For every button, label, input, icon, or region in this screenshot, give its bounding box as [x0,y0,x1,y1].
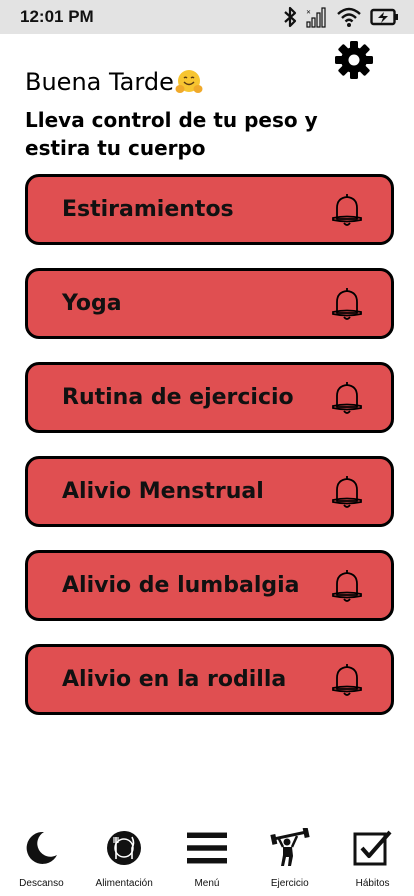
wifi-icon [337,7,361,27]
weightlifting-icon [270,828,310,866]
bell-icon[interactable] [329,286,365,322]
checkbox-icon [353,830,392,866]
greeting-text: Buena Tarde [25,68,174,96]
status-icons: ✕ [282,6,400,28]
nav-item-habitos[interactable]: Hábitos [332,828,414,889]
routine-label: Alivio de lumbalgia [62,573,300,598]
nav-item-menu[interactable]: Menú [166,828,248,889]
bottom-nav: Descanso Alimentación Menú Ejercicio Háb… [0,814,414,896]
bell-icon[interactable] [329,380,365,416]
routine-card-yoga[interactable]: Yoga [25,268,394,339]
nav-label: Hábitos [355,878,390,889]
status-time: 12:01 PM [20,7,94,26]
nav-label: Descanso [19,878,64,889]
routine-card-estiramientos[interactable]: Estiramientos [25,174,394,245]
nav-label: Ejercicio [270,878,309,889]
bell-icon[interactable] [329,474,365,510]
settings-button[interactable] [334,40,374,80]
bell-icon[interactable] [329,192,365,228]
nav-item-descanso[interactable]: Descanso [0,828,82,889]
routine-label: Yoga [62,291,122,316]
greeting-heading: Buena Tarde [25,68,203,96]
routine-card-alivio-menstrual[interactable]: Alivio Menstrual [25,456,394,527]
bell-icon[interactable] [329,568,365,604]
routine-card-rutina-de-ejercicio[interactable]: Rutina de ejercicio [25,362,394,433]
routine-label: Estiramientos [62,197,234,222]
nav-item-ejercicio[interactable]: Ejercicio [249,828,331,889]
status-bar: 12:01 PM ✕ [0,0,414,34]
bluetooth-icon [284,6,297,28]
routine-label: Alivio Menstrual [62,479,264,504]
hugging-face-emoji [175,70,203,93]
routine-card-alivio-en-la-rodilla[interactable]: Alivio en la rodilla [25,644,394,715]
svg-text:✕: ✕ [306,9,311,16]
routine-card-alivio-de-lumbalgia[interactable]: Alivio de lumbalgia [25,550,394,621]
signal-icon: ✕ [306,7,326,28]
nav-item-alimentacion[interactable]: Alimentación [83,828,165,889]
routine-label: Rutina de ejercicio [62,385,294,410]
bell-icon[interactable] [329,662,365,698]
page-subtitle: Lleva control de tu peso y estira tu cue… [25,108,318,160]
menu-icon [186,832,227,864]
routine-list: Estiramientos Yoga Rutina de ejercicio A… [25,174,394,738]
nav-label: Menú [194,878,220,889]
gear-icon [335,41,373,79]
routine-label: Alivio en la rodilla [62,667,287,692]
food-icon [107,831,142,865]
battery-charging-icon [370,8,398,26]
nav-label: Alimentación [95,878,153,889]
moon-icon [27,831,58,864]
